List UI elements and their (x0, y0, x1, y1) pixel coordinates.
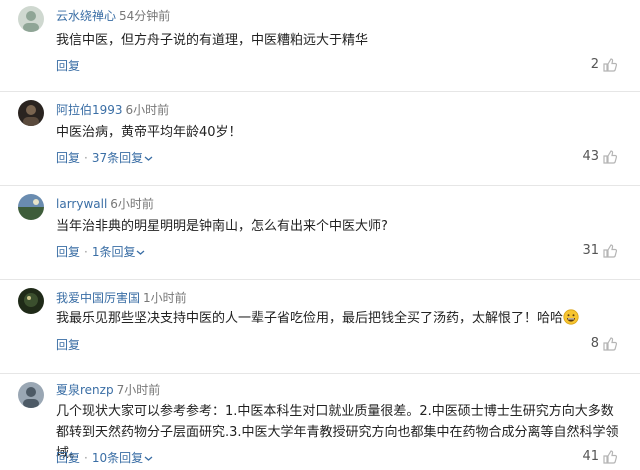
comment-item: 夏泉renzp 7小时前 几个现状大家可以参考参考：1.中医本科生对口就业质量很差… (0, 374, 640, 470)
expand-replies-button[interactable]: 10条回复 (92, 451, 153, 465)
thumbs-up-icon (602, 243, 618, 259)
separator-dot: · (84, 245, 88, 259)
comment-text: 我最乐见那些坚决支持中医的人一辈子省吃俭用，最后把钱全买了汤药，太解恨了！哈哈 (56, 308, 621, 333)
comment-text: 中医治病，黄帝平均年龄40岁！ (56, 125, 242, 140)
avatar[interactable] (18, 194, 44, 220)
like-count: 31 (582, 243, 599, 258)
like-count: 41 (582, 449, 599, 464)
timestamp: 1小时前 (143, 291, 187, 305)
username-link[interactable]: 夏泉renzp (56, 383, 114, 397)
expand-replies-button[interactable]: 37条回复 (92, 151, 153, 165)
avatar[interactable] (18, 382, 44, 408)
chevron-down-icon (144, 151, 153, 167)
like-button[interactable]: 2 (591, 57, 618, 73)
like-button[interactable]: 8 (591, 336, 618, 352)
chevron-down-icon (144, 451, 153, 467)
timestamp: 54分钟前 (119, 9, 171, 23)
comment-meta: 我爱中国厉害国 1小时前 (56, 290, 187, 306)
timestamp: 6小时前 (110, 197, 154, 211)
reply-button[interactable]: 回复 (56, 59, 80, 73)
reply-button[interactable]: 回复 (56, 245, 80, 259)
like-count: 8 (590, 336, 599, 351)
thumbs-up-icon (602, 57, 618, 73)
comment-meta: 夏泉renzp 7小时前 (56, 382, 160, 398)
timestamp: 7小时前 (116, 383, 161, 397)
replies-count-label: 37条回复 (91, 151, 144, 165)
avatar[interactable] (18, 6, 44, 32)
thumbs-up-icon (602, 449, 618, 465)
separator-dot: · (84, 151, 88, 165)
like-count: 2 (590, 57, 599, 72)
comment-meta: 云水绕禅心 54分钟前 (56, 8, 170, 24)
reply-button[interactable]: 回复 (56, 338, 80, 352)
like-button[interactable]: 43 (582, 149, 618, 165)
comment-meta: larrywall 6小时前 (56, 196, 154, 212)
reply-button[interactable]: 回复 (56, 151, 80, 165)
username-link[interactable]: 云水绕禅心 (56, 9, 116, 23)
comment-actions: 回复 · 10条回复 (56, 450, 153, 467)
comment-actions: 回复 (56, 58, 80, 74)
comment-text-body: 我最乐见那些坚决支持中医的人一辈子省吃俭用，最后把钱全买了汤药，太解恨了！哈哈 (56, 311, 564, 326)
chevron-down-icon (136, 245, 145, 261)
comment-actions: 回复 (56, 337, 80, 353)
username-link[interactable]: 我爱中国厉害国 (56, 291, 140, 305)
like-button[interactable]: 41 (582, 449, 618, 465)
avatar[interactable] (18, 100, 44, 126)
grinning-emoji-icon (563, 309, 579, 333)
comment-item: 云水绕禅心 54分钟前 我信中医，但方舟子说的有道理，中医糟粕远大于精华 回复 2 (0, 0, 640, 92)
like-button[interactable]: 31 (582, 243, 618, 259)
comment-item: larrywall 6小时前 当年治非典的明星明明是钟南山，怎么有出来个中医大师?… (0, 186, 640, 280)
thumbs-up-icon (602, 149, 618, 165)
comment-actions: 回复 · 37条回复 (56, 150, 153, 167)
expand-replies-button[interactable]: 1条回复 (92, 245, 146, 259)
reply-button[interactable]: 回复 (56, 451, 80, 465)
comment-text: 我信中医，但方舟子说的有道理，中医糟粕远大于精华 (56, 33, 369, 48)
separator-dot: · (84, 451, 88, 465)
avatar[interactable] (18, 288, 44, 314)
comment-meta: 阿拉伯1993 6小时前 (56, 102, 169, 118)
comment-item: 我爱中国厉害国 1小时前 我最乐见那些坚决支持中医的人一辈子省吃俭用，最后把钱全买… (0, 280, 640, 374)
comment-text: 当年治非典的明星明明是钟南山，怎么有出来个中医大师? (56, 219, 388, 234)
comment-actions: 回复 · 1条回复 (56, 244, 145, 261)
thumbs-up-icon (602, 336, 618, 352)
replies-count-label: 10条回复 (91, 451, 144, 465)
replies-count-label: 1条回复 (91, 245, 136, 259)
timestamp: 6小时前 (125, 103, 170, 117)
comment-feed: 云水绕禅心 54分钟前 我信中医，但方舟子说的有道理，中医糟粕远大于精华 回复 2… (0, 0, 640, 470)
username-link[interactable]: 阿拉伯1993 (56, 103, 123, 117)
username-link[interactable]: larrywall (56, 197, 107, 211)
comment-item: 阿拉伯1993 6小时前 中医治病，黄帝平均年龄40岁！ 回复 · 37条回复 43 (0, 92, 640, 186)
like-count: 43 (582, 149, 599, 164)
